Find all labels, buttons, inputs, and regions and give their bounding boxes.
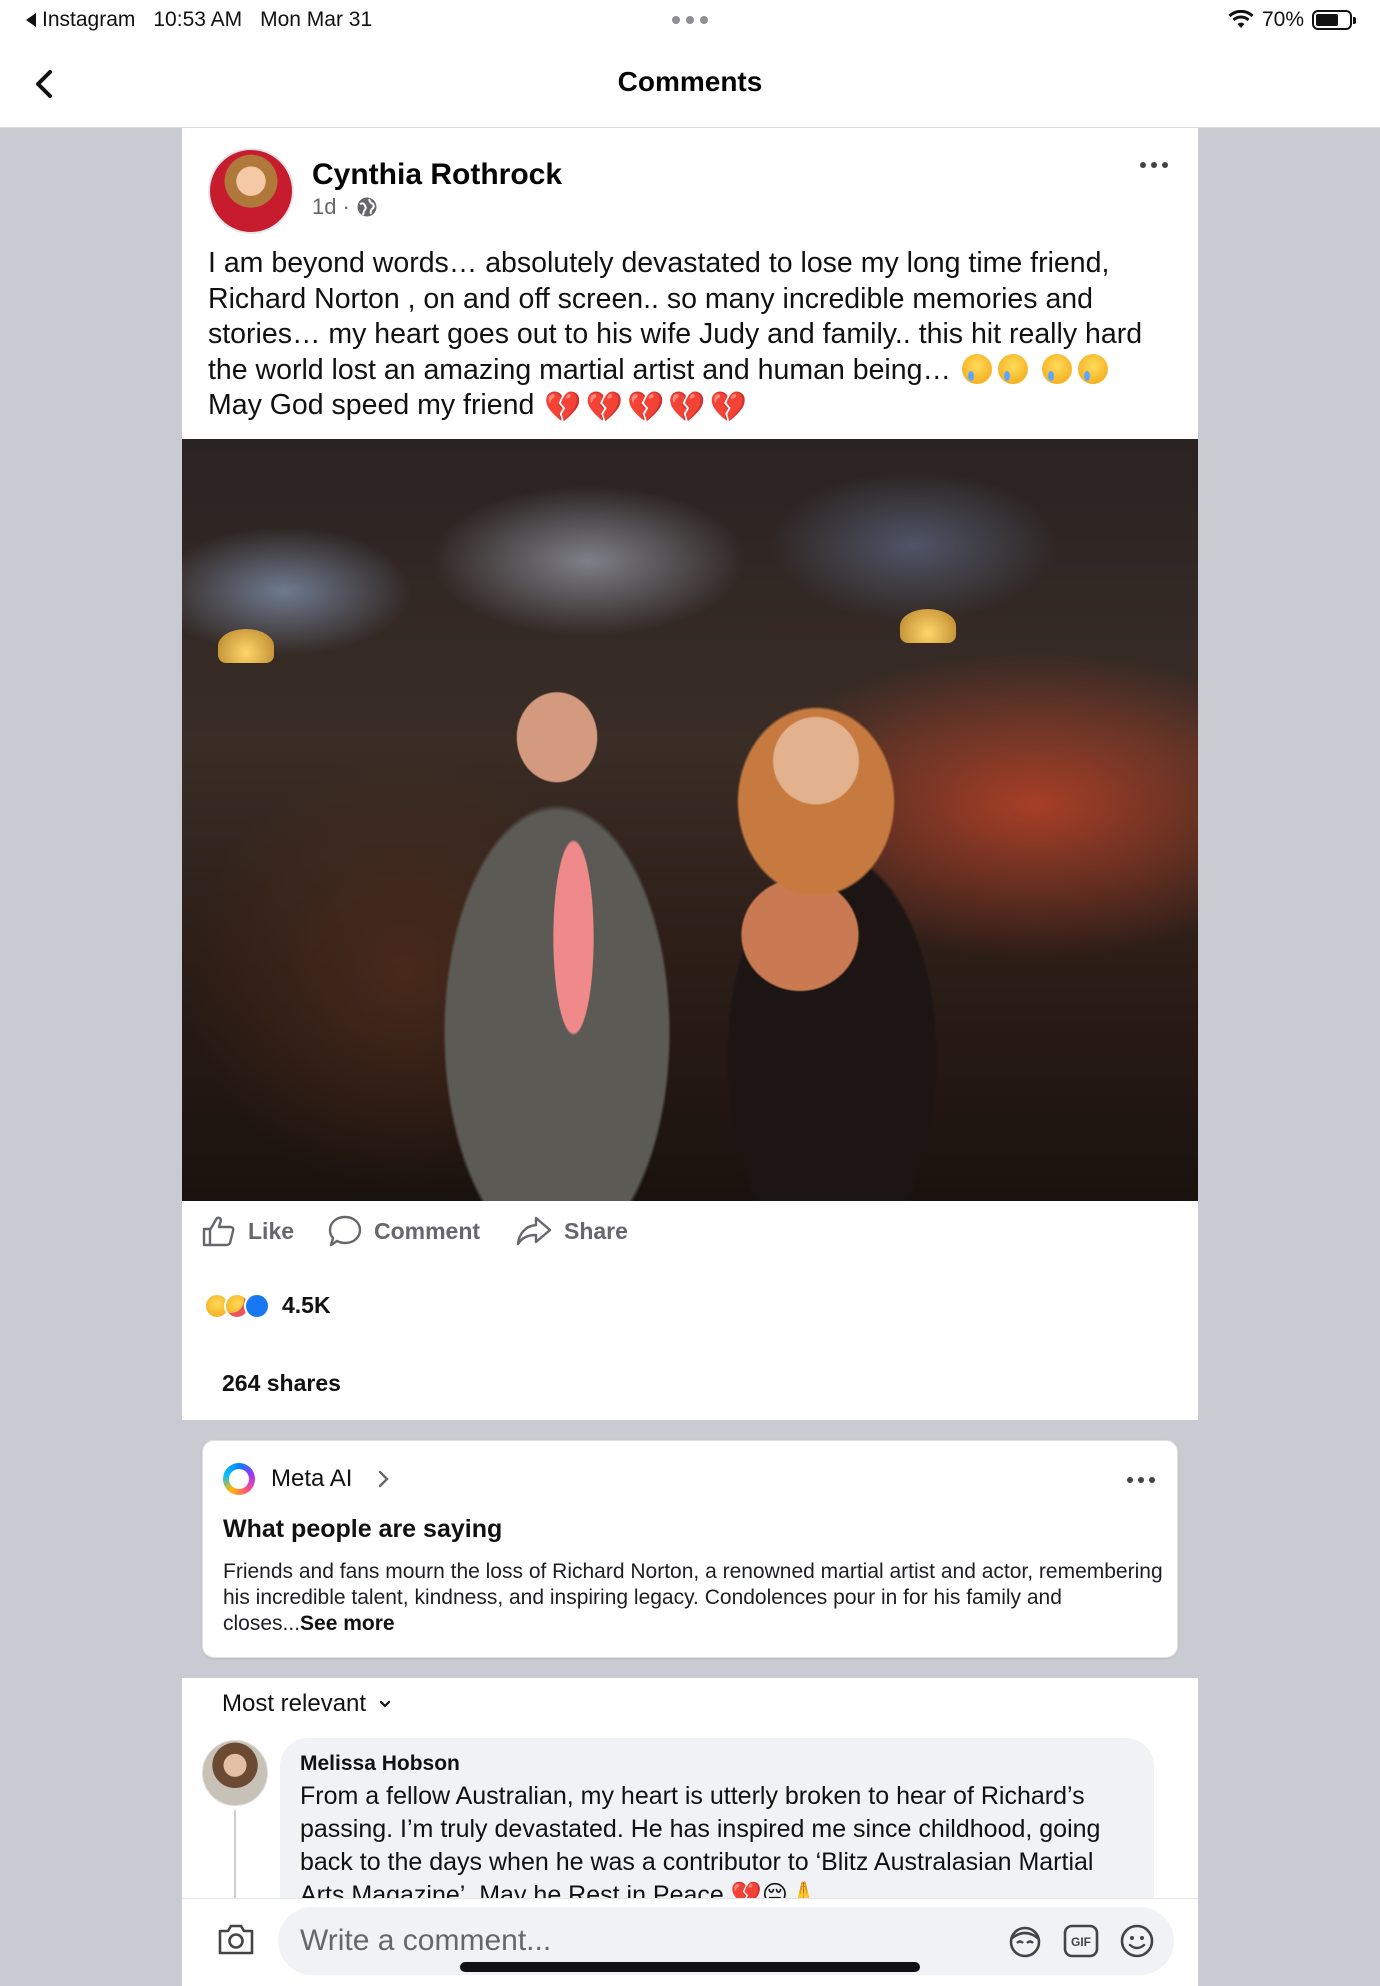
photo-person-woman <box>672 689 992 1201</box>
camera-icon[interactable] <box>216 1921 256 1957</box>
comment-text: From a fellow Australian, my heart is ut… <box>300 1782 1101 1909</box>
broken-heart-emoji-icon: 💔 <box>709 391 748 424</box>
crying-face-emoji-icon <box>961 353 992 384</box>
like-reaction-icon <box>244 1292 270 1319</box>
meta-ai-logo-icon <box>223 1463 255 1495</box>
back-to-app-link[interactable]: Instagram <box>26 8 135 32</box>
see-more-link[interactable]: See more <box>300 1612 395 1635</box>
status-date: Mon Mar 31 <box>260 8 373 31</box>
meta-separator: · <box>342 194 350 219</box>
comment-button[interactable]: Comment <box>328 1215 480 1247</box>
comment-author[interactable]: Melissa Hobson <box>300 1752 1134 1776</box>
reaction-summary[interactable]: 4.5K <box>204 1292 331 1319</box>
back-app-label: Instagram <box>42 8 136 31</box>
thumbs-up-icon <box>202 1216 235 1247</box>
status-right: 70% <box>1228 8 1356 32</box>
wifi-icon <box>1228 10 1254 28</box>
post-author[interactable]: Cynthia Rothrock <box>312 158 562 192</box>
comment-bubble-icon <box>328 1215 362 1247</box>
post-card: Cynthia Rothrock 1d · I am beyond words…… <box>182 128 1198 1420</box>
globe-icon <box>357 197 377 217</box>
battery-fill <box>1316 14 1339 26</box>
battery-icon <box>1312 10 1356 30</box>
lamp-shape <box>218 629 274 663</box>
meta-ai-label[interactable]: Meta AI <box>271 1465 352 1493</box>
comment-label: Comment <box>374 1217 481 1244</box>
nav-bar: Comments <box>0 40 1380 128</box>
crying-face-emoji-icon <box>997 353 1028 384</box>
post-text: I am beyond words… absolutely devastated… <box>208 246 1168 424</box>
comment-composer: GIF <box>182 1898 1198 1986</box>
like-label: Like <box>248 1217 295 1244</box>
emoji-icon[interactable] <box>1118 1923 1156 1959</box>
meta-ai-heading: What people are saying <box>223 1515 503 1543</box>
crying-face-emoji-icon <box>1041 353 1072 384</box>
post-meta: 1d · <box>312 194 378 220</box>
chevron-down-icon <box>379 1700 391 1708</box>
post-more-icon[interactable] <box>1140 162 1168 168</box>
broken-heart-emoji-icon: 💔 <box>668 391 706 424</box>
meta-ai-summary: Friends and fans mourn the loss of Richa… <box>223 1559 1163 1637</box>
post-text-tail: May God speed my friend <box>208 389 535 421</box>
sort-label: Most relevant <box>222 1690 367 1717</box>
back-triangle-icon <box>26 13 36 27</box>
post-age: 1d <box>312 194 337 219</box>
gif-icon[interactable]: GIF <box>1062 1923 1100 1959</box>
battery-percent: 70% <box>1261 8 1304 31</box>
like-button[interactable]: Like <box>202 1215 294 1247</box>
meta-ai-summary-card: Meta AI What people are saying Friends a… <box>202 1440 1178 1658</box>
broken-heart-emoji-icon: 💔 <box>626 391 665 424</box>
status-bar: Instagram 10:53 AM Mon Mar 31 70% <box>0 0 1380 40</box>
multitask-dots-icon[interactable] <box>672 16 708 24</box>
post-actions: Like Comment Share <box>182 1201 1198 1257</box>
home-indicator[interactable] <box>460 1962 920 1972</box>
share-arrow-icon <box>516 1216 552 1246</box>
sort-dropdown[interactable]: Most relevant <box>222 1690 392 1718</box>
meta-ai-more-icon[interactable] <box>1127 1477 1155 1483</box>
lamp-shape <box>900 609 956 643</box>
reaction-count: 4.5K <box>282 1292 331 1318</box>
broken-heart-emoji-icon: 💔 <box>544 391 582 424</box>
share-label: Share <box>564 1217 628 1244</box>
commenter-avatar[interactable] <box>202 1740 268 1806</box>
avatar-sticker-icon[interactable] <box>1006 1923 1044 1959</box>
status-left: Instagram 10:53 AM Mon Mar 31 <box>26 8 372 32</box>
page-title: Comments <box>617 66 763 97</box>
status-time: 10:53 AM <box>153 8 243 31</box>
author-avatar[interactable] <box>208 148 294 234</box>
share-count[interactable]: 264 shares <box>222 1370 341 1397</box>
crying-face-emoji-icon <box>1077 353 1108 384</box>
chevron-right-icon[interactable] <box>377 1469 391 1489</box>
share-button[interactable]: Share <box>516 1215 628 1247</box>
post-photo[interactable] <box>182 439 1198 1201</box>
broken-heart-emoji-icon: 💔 <box>585 391 623 424</box>
svg-text:GIF: GIF <box>1071 1935 1091 1949</box>
